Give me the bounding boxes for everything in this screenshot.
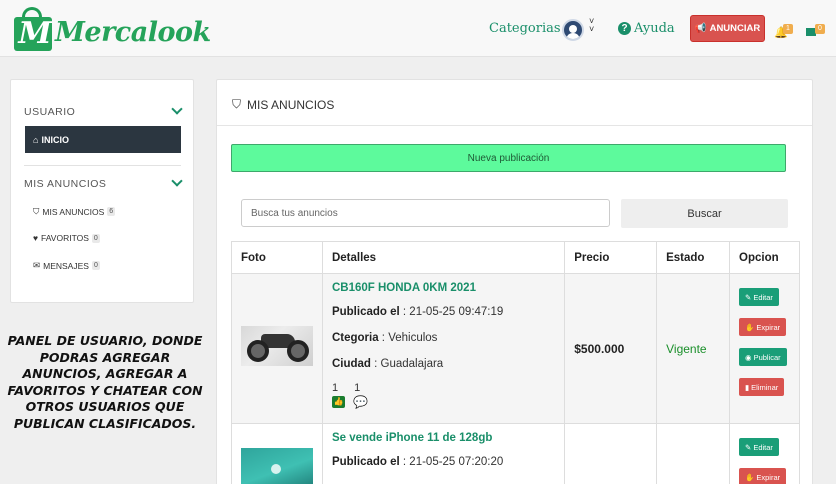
likes-count: 1 xyxy=(331,382,339,394)
eye-icon: ◉ xyxy=(745,352,752,362)
ad-title-link[interactable]: CB160F HONDA 0KM 2021 xyxy=(332,282,564,306)
user-sidebar: USUARIO ⌂ INICIO MIS ANUNCIOS ⛉ MIS ANUN… xyxy=(10,79,194,303)
photo-cell xyxy=(231,273,323,424)
column-header: Detalles xyxy=(321,241,566,274)
tags-icon: ⛉ xyxy=(232,97,242,111)
count-badge: 0 xyxy=(91,261,100,270)
price-cell xyxy=(564,423,658,484)
chevron-down-icon[interactable] xyxy=(171,103,183,115)
home-icon: ⌂ xyxy=(33,134,39,145)
comments-count: 1 xyxy=(354,382,361,394)
photo-cell xyxy=(231,423,323,484)
sidebar-item-messages[interactable]: ✉ MENSAJES 0 xyxy=(33,260,100,271)
sidebar-divider xyxy=(24,165,181,166)
expire-button[interactable]: ✋ Expirar xyxy=(739,318,787,336)
column-header: Estado xyxy=(656,241,731,274)
new-post-button[interactable]: Nueva publicación xyxy=(231,144,786,172)
categories-link[interactable]: Categorias xyxy=(489,21,561,36)
thumbs-down-icon: ✋ xyxy=(745,322,755,332)
delete-button[interactable]: ▮ Eliminar xyxy=(739,378,785,396)
thumbs-up-icon[interactable]: 👍 xyxy=(331,396,345,408)
pencil-icon: ✎ xyxy=(745,442,752,452)
sidebar-item-label: FAVORITOS xyxy=(41,233,89,243)
user-avatar[interactable] xyxy=(562,19,584,41)
shopping-bag-icon: M xyxy=(12,7,54,51)
top-navbar: M Mercalook Categorias ˅ ˅ ? Ayuda 📢 ANUN… xyxy=(0,0,836,57)
trash-icon: ▮ xyxy=(745,382,750,392)
publish-button[interactable]: ◉ Publicar xyxy=(739,348,787,366)
search-input[interactable] xyxy=(241,199,610,227)
ad-status: Vigente xyxy=(666,342,707,356)
count-badge: 0 xyxy=(91,233,100,243)
ads-table: Foto Detalles Precio Estado Opcion CB160… xyxy=(231,241,800,484)
my-ads-panel: ⛉ MIS ANUNCIOS Nueva publicación Buscar … xyxy=(216,79,813,484)
notifications-badge: 1 xyxy=(783,24,793,34)
table-header-row: Foto Detalles Precio Estado Opcion xyxy=(231,241,800,274)
price-cell: $500.000 xyxy=(564,273,658,424)
heart-icon: ♥ xyxy=(33,233,39,243)
count-badge: 6 xyxy=(107,207,116,216)
ad-price: $500.000 xyxy=(574,342,625,356)
status-cell: Vigente xyxy=(656,273,731,424)
pencil-icon: ✎ xyxy=(745,292,752,302)
sidebar-section-ads[interactable]: MIS ANUNCIOS xyxy=(24,178,106,190)
expire-button[interactable]: ✋ Expirar xyxy=(739,468,787,484)
status-cell xyxy=(656,423,731,484)
tags-icon: ⛉ xyxy=(33,206,40,216)
edit-button[interactable]: ✎ Editar xyxy=(739,288,779,306)
ad-published: Publicado el : 21-05-25 09:47:19 xyxy=(331,306,504,318)
sidebar-item-favorites[interactable]: ♥ FAVORITOS 0 xyxy=(33,233,100,243)
details-cell: Se vende iPhone 11 de 128gb Publicado el… xyxy=(321,423,566,484)
column-header: Precio xyxy=(564,241,658,274)
messages-badge: 0 xyxy=(815,24,825,34)
ad-category: Ctegoria : Vehiculos xyxy=(331,332,438,344)
publish-ad-label: ANUNCIAR xyxy=(709,23,761,34)
sidebar-item-label: MIS ANUNCIOS xyxy=(42,206,105,217)
publish-ad-button[interactable]: 📢 ANUNCIAR xyxy=(690,15,765,42)
search-button[interactable]: Buscar xyxy=(621,199,788,228)
ad-city: Ciudad : Guadalajara xyxy=(331,358,444,370)
brand-name: Mercalook xyxy=(55,16,211,48)
panel-title-label: MIS ANUNCIOS xyxy=(247,97,335,112)
ad-photo[interactable] xyxy=(241,326,313,366)
sidebar-item-label: INICIO xyxy=(41,134,69,145)
chevron-down-icon[interactable]: ˅ ˅ xyxy=(589,17,594,34)
ad-photo[interactable] xyxy=(241,448,313,484)
panel-divider xyxy=(217,125,812,126)
table-row: CB160F HONDA 0KM 2021 Publicado el : 21-… xyxy=(231,273,800,424)
ad-published: Publicado el : 21-05-25 07:20:20 xyxy=(331,456,504,468)
brand-logo[interactable]: M Mercalook xyxy=(12,5,211,53)
help-link[interactable]: ? Ayuda xyxy=(618,21,675,36)
help-label: Ayuda xyxy=(634,21,675,36)
details-cell: CB160F HONDA 0KM 2021 Publicado el : 21-… xyxy=(321,273,566,424)
column-header: Foto xyxy=(231,241,323,274)
table-row: Se vende iPhone 11 de 128gb Publicado el… xyxy=(231,423,800,484)
chat-icon[interactable]: 💬 xyxy=(353,395,368,409)
promo-caption: PANEL DE USUARIO, DONDE PODRAS AGREGAR A… xyxy=(7,333,203,431)
ad-title-link[interactable]: Se vende iPhone 11 de 128gb xyxy=(332,432,564,456)
options-cell: ✎ Editar ✋ Expirar ◉ Publicar ▮ Eliminar xyxy=(729,273,800,424)
sidebar-item-my-ads[interactable]: ⛉ MIS ANUNCIOS 6 xyxy=(33,206,116,217)
sidebar-item-home[interactable]: ⌂ INICIO xyxy=(25,126,181,153)
options-cell: ✎ Editar ✋ Expirar xyxy=(729,423,800,484)
envelope-icon: ✉ xyxy=(33,260,41,270)
column-header: Opcion xyxy=(729,241,800,274)
edit-button[interactable]: ✎ Editar xyxy=(739,438,779,456)
panel-title: ⛉ MIS ANUNCIOS xyxy=(232,97,334,112)
thumbs-down-icon: ✋ xyxy=(745,472,755,482)
sidebar-item-label: MENSAJES xyxy=(43,260,89,271)
chevron-down-icon[interactable] xyxy=(171,175,183,187)
sidebar-section-user[interactable]: USUARIO xyxy=(24,106,75,118)
question-circle-icon: ? xyxy=(618,22,631,35)
megaphone-icon: 📢 xyxy=(694,23,707,34)
